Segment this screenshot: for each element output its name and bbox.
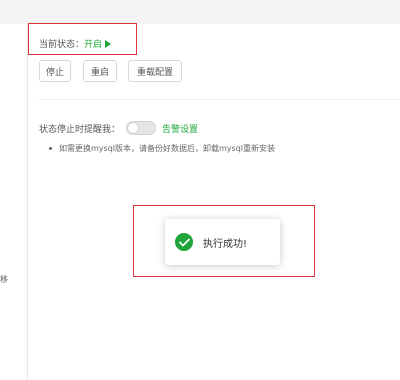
- toggle-knob: [128, 123, 139, 133]
- notify-label: 状态停止时提醒我：: [39, 124, 121, 135]
- left-panel: 移: [0, 24, 28, 380]
- tip-text: 如需更换mysql版本，请备份好数据后，卸载mysql重新安装: [59, 144, 275, 153]
- toast-message: 执行成功!: [203, 238, 248, 250]
- alarm-settings-link[interactable]: 告警设置: [162, 122, 198, 135]
- bullet-icon: [49, 147, 52, 150]
- tip-item: 如需更换mysql版本，请备份好数据后，卸载mysql重新安装: [49, 143, 275, 154]
- check-circle-icon: [175, 233, 193, 251]
- notify-row: 状态停止时提醒我： 告警设置: [39, 121, 198, 135]
- success-toast: 执行成功!: [165, 219, 280, 265]
- left-panel-stub-text: 移: [0, 275, 8, 284]
- status-highlight-box: [28, 23, 137, 55]
- top-strip: [0, 0, 400, 24]
- stop-button[interactable]: 停止: [39, 60, 71, 82]
- notify-toggle[interactable]: [126, 121, 157, 135]
- restart-button[interactable]: 重启: [83, 60, 117, 82]
- divider: [39, 99, 400, 100]
- reload-config-button[interactable]: 重载配置: [128, 60, 182, 82]
